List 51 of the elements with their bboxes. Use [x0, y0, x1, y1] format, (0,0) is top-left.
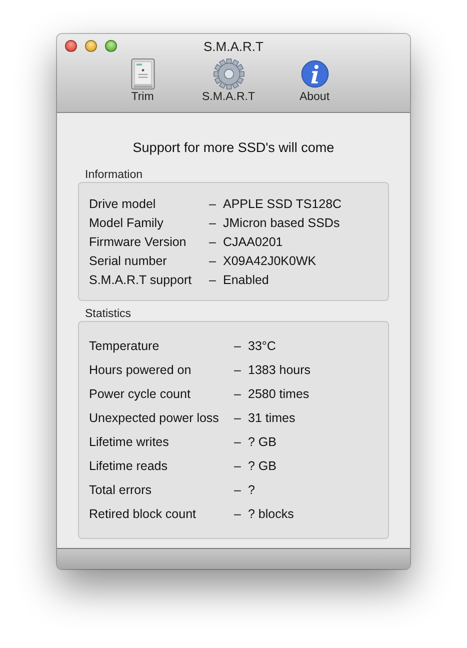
zoom-button[interactable] [105, 40, 117, 52]
gear-icon [212, 58, 244, 90]
field-label: Temperature [89, 339, 160, 353]
field-value: ? blocks [248, 507, 294, 521]
separator-dash: – [209, 196, 217, 210]
field-label: Model Family [89, 216, 164, 230]
toolbar-button[interactable]: About [282, 58, 346, 103]
minimize-button[interactable] [85, 40, 97, 52]
field-value: CJAA0201 [223, 234, 283, 248]
window-title: S.M.A.R.T [204, 38, 264, 54]
separator-dash: – [209, 272, 217, 286]
field-label: S.M.A.R.T support [89, 272, 193, 286]
field-value: JMicron based SSDs [223, 216, 340, 230]
field-value: 1383 hours [248, 363, 311, 377]
separator-dash: – [234, 339, 242, 353]
field-value: 31 times [248, 411, 296, 425]
info-icon [298, 58, 330, 90]
separator-dash: – [234, 435, 242, 449]
toolbar-button[interactable]: S.M.A.R.T [196, 58, 260, 103]
field-value: ? GB [248, 459, 276, 473]
section-title: Statistics [85, 308, 132, 320]
separator-dash: – [234, 483, 242, 497]
field-value: ? [248, 483, 255, 497]
close-button[interactable] [65, 40, 77, 52]
field-label: Firmware Version [89, 234, 188, 248]
field-value: 2580 times [248, 387, 310, 401]
separator-dash: – [234, 507, 242, 521]
field-label: Serial number [89, 254, 168, 268]
separator-dash: – [209, 216, 217, 230]
separator-dash: – [209, 254, 217, 268]
separator-dash: – [234, 411, 242, 425]
field-label: Lifetime writes [89, 435, 170, 449]
field-label: Retired block count [89, 507, 198, 521]
separator-dash: – [234, 387, 242, 401]
field-label: Hours powered on [89, 363, 192, 377]
separator-dash: – [234, 459, 242, 473]
toolbar-button[interactable]: Trim [110, 58, 174, 103]
field-value: APPLE SSD TS128C [223, 196, 342, 210]
field-label: Lifetime reads [89, 459, 169, 473]
field-value: ? GB [248, 435, 276, 449]
field-value: X09A42J0K0WK [223, 254, 316, 268]
field-label: Total errors [89, 483, 153, 497]
headline: Support for more SSD's will come [132, 140, 336, 155]
field-value: Enabled [223, 272, 269, 286]
field-value: 33°C [248, 339, 276, 353]
field-label: Unexpected power loss [89, 411, 220, 425]
field-label: Drive model [89, 196, 157, 210]
section-title: Information [85, 169, 144, 181]
field-label: Power cycle count [89, 387, 192, 401]
separator-dash: – [234, 363, 242, 377]
separator-dash: – [209, 234, 217, 248]
